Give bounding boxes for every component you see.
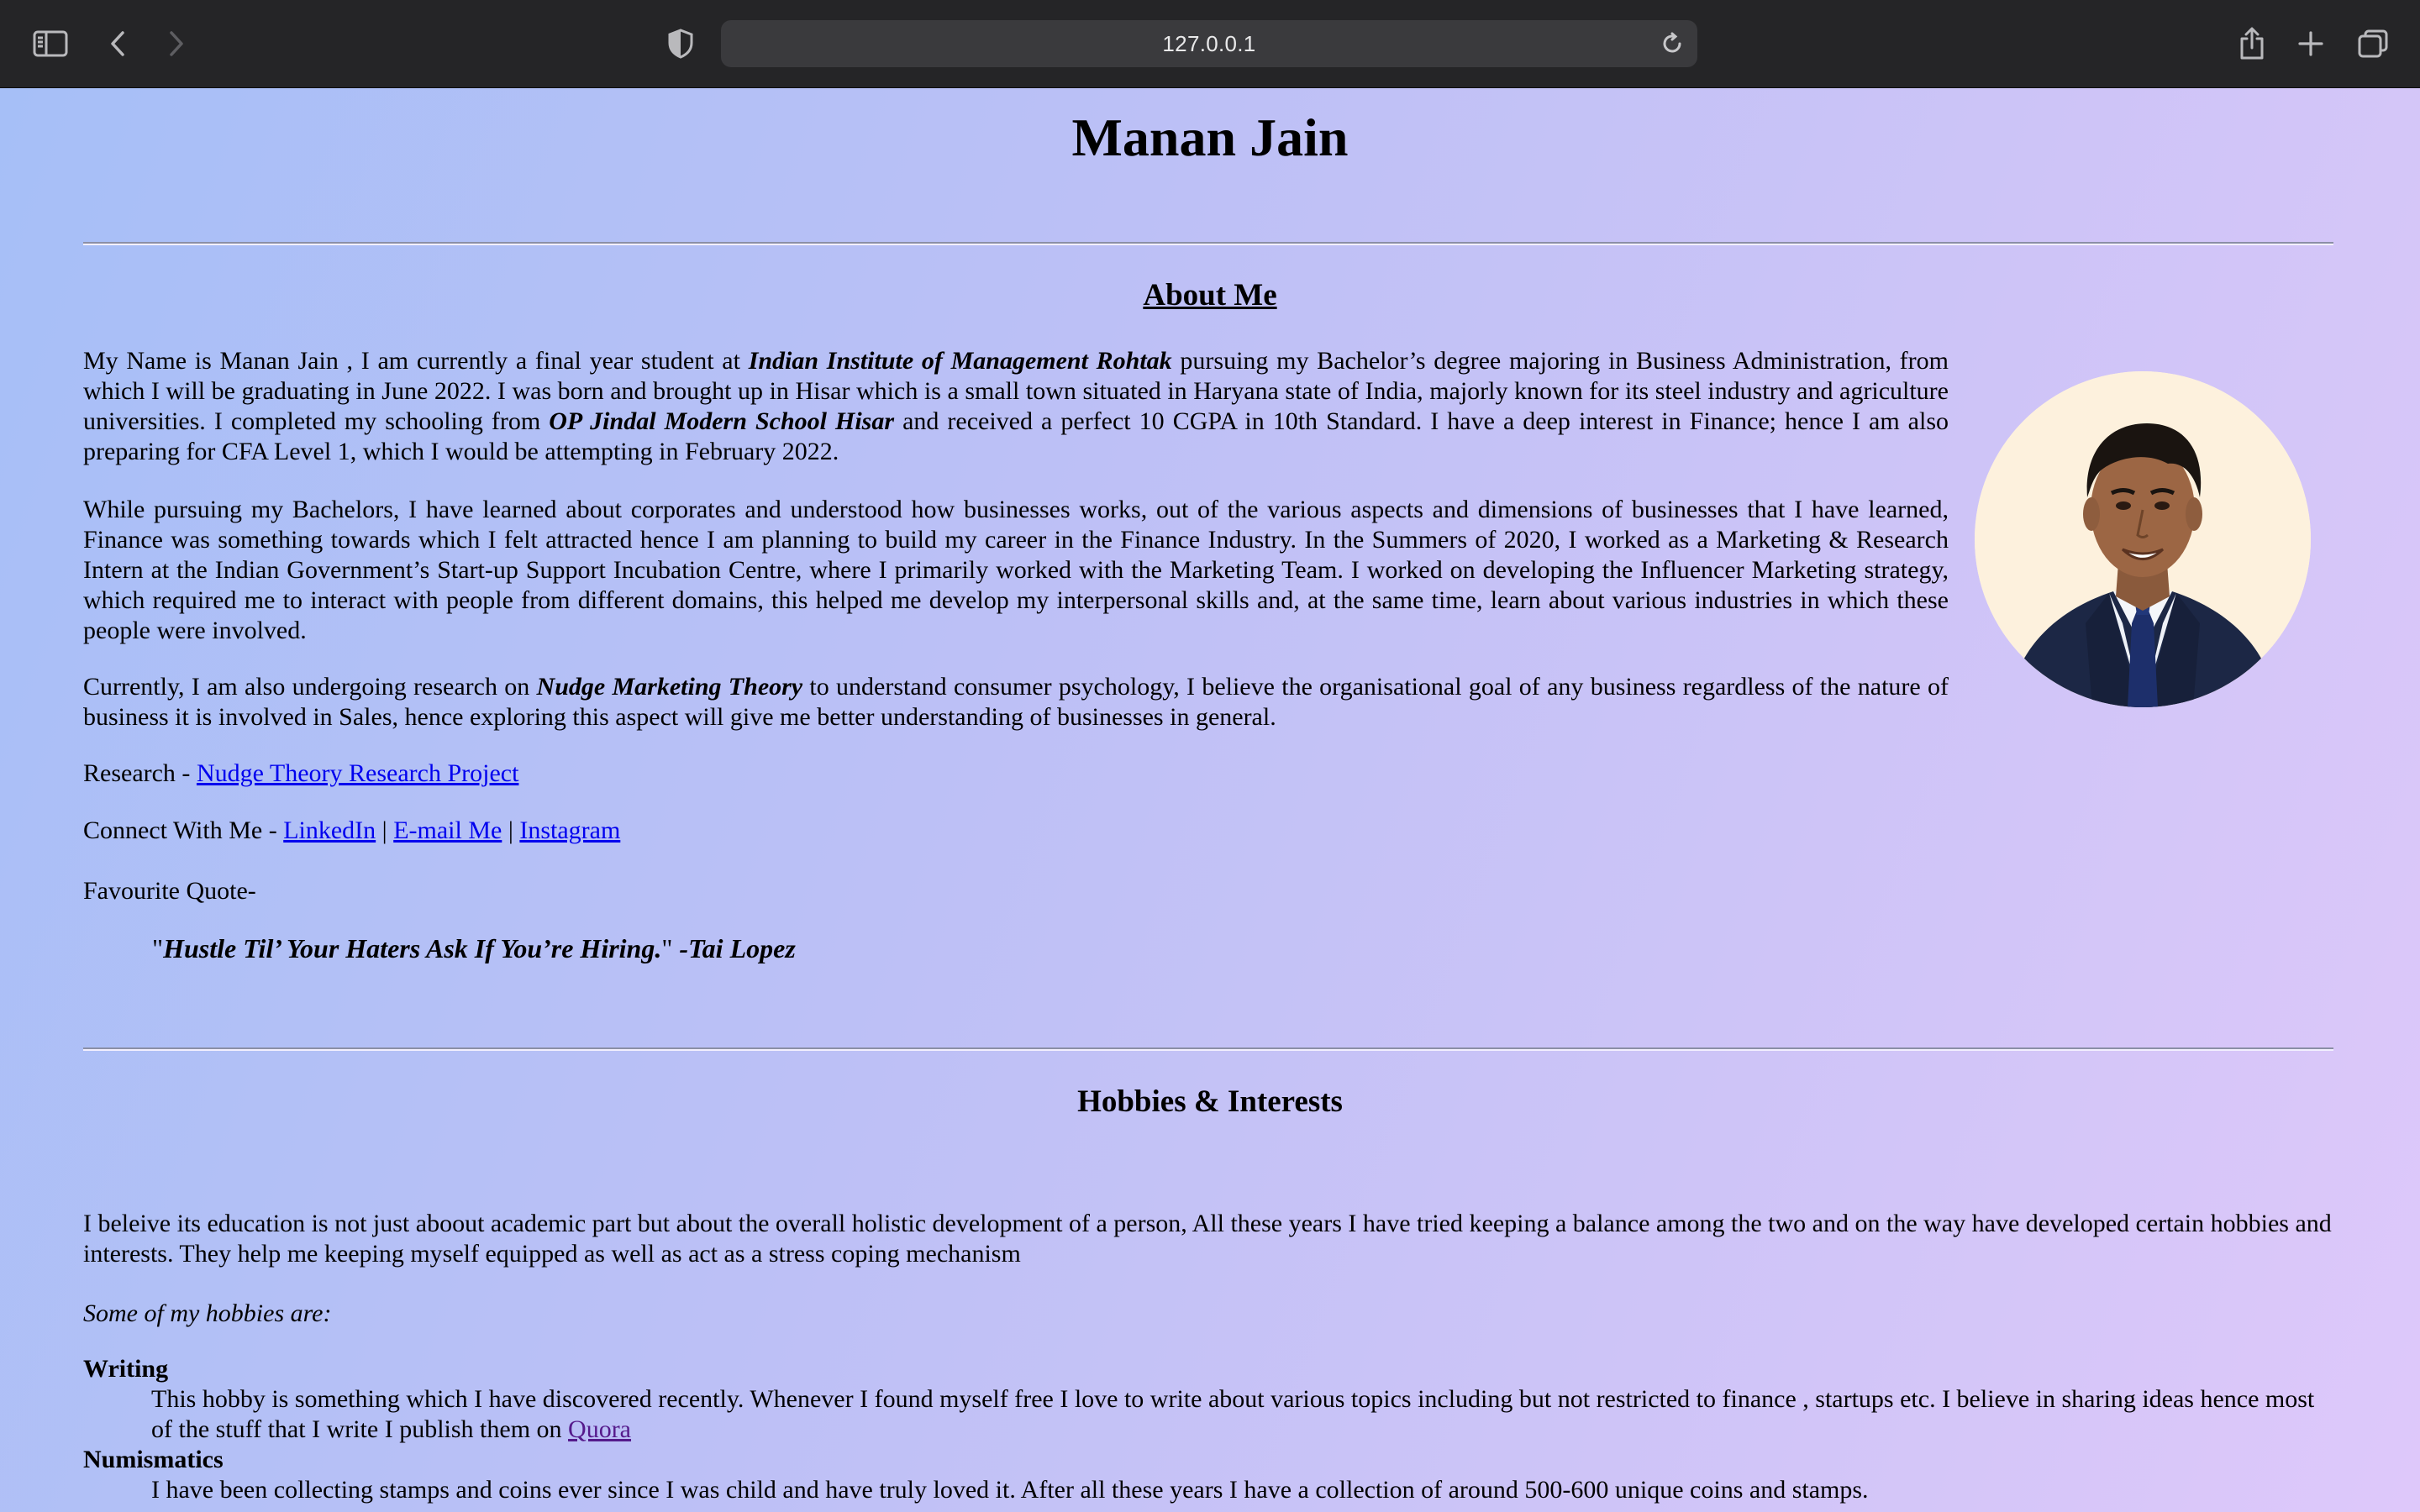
web-page-viewport[interactable]: Manan Jain About Me My Name is Manan Jai…	[0, 88, 2420, 1512]
separator: |	[502, 816, 520, 844]
school-name: OP Jindal Modern School Hisar	[549, 407, 895, 435]
quote-mark-open: "	[152, 933, 164, 963]
page-title: Manan Jain	[1071, 108, 1349, 167]
hobby-desc-writing-text: This hobby is something which I have dis…	[151, 1385, 2315, 1443]
chevron-right-icon[interactable]	[153, 20, 200, 67]
hobby-desc-numismatics: I have been collecting stamps and coins …	[151, 1476, 1869, 1504]
hobbies-intro: I beleive its education is not just aboo…	[83, 1210, 2332, 1268]
research-line: Research - Nudge Theory Research Project	[83, 759, 518, 789]
quote-text: Hustle Til’ Your Haters Ask If You’re Hi…	[163, 933, 662, 963]
about-paragraph-1: My Name is Manan Jain , I am currently a…	[83, 346, 1949, 467]
url-text: 127.0.0.1	[1162, 30, 1256, 56]
divider-middle	[83, 1047, 2333, 1051]
email-link[interactable]: E-mail Me	[393, 816, 502, 844]
hobby-title-numismatics: Numismatics	[83, 1446, 224, 1473]
quora-link[interactable]: Quora	[568, 1415, 631, 1443]
about-paragraph-3: Currently, I am also undergoing research…	[83, 672, 1949, 732]
about-paragraph-2: While pursuing my Bachelors, I have lear…	[83, 496, 1949, 644]
address-bar[interactable]: 127.0.0.1	[721, 20, 1697, 67]
about-heading-text: About Me	[1143, 278, 1277, 312]
hobbies-subheading: Some of my hobbies are:	[83, 1299, 332, 1329]
shield-icon[interactable]	[657, 20, 704, 67]
separator: |	[376, 816, 394, 844]
share-icon[interactable]	[2228, 20, 2275, 67]
plus-icon[interactable]	[2287, 20, 2334, 67]
about-heading: About Me	[0, 275, 2420, 317]
browser-toolbar: 127.0.0.1	[0, 0, 2420, 88]
divider-top	[83, 242, 2333, 245]
about-p1-text-1: My Name is Manan Jain , I am currently a…	[83, 347, 749, 375]
hobby-desc-writing: This hobby is something which I have dis…	[151, 1384, 2333, 1445]
connect-line: Connect With Me - LinkedIn | E-mail Me |…	[83, 816, 620, 846]
research-label: Research -	[83, 759, 197, 787]
hobbies-subheading-text: Some of my hobbies are:	[83, 1299, 332, 1327]
reload-icon[interactable]	[1657, 29, 1687, 59]
chevron-left-icon[interactable]	[94, 20, 141, 67]
hobby-title-writing: Writing	[83, 1355, 169, 1383]
sidebar-icon[interactable]	[27, 20, 74, 67]
research-topic: Nudge Marketing Theory	[536, 673, 803, 701]
quote-author: -Tai Lopez	[672, 933, 796, 963]
tabs-overview-icon[interactable]	[2349, 20, 2396, 67]
connect-label: Connect With Me -	[83, 816, 284, 844]
linkedin-link[interactable]: LinkedIn	[283, 816, 376, 844]
page-content: Manan Jain About Me My Name is Manan Jai…	[0, 88, 2420, 1512]
college-name: Indian Institute of Management Rohtak	[748, 347, 1172, 375]
instagram-link[interactable]: Instagram	[519, 816, 620, 844]
research-project-link[interactable]: Nudge Theory Research Project	[197, 759, 518, 787]
quote-label: Favourite Quote-	[83, 877, 256, 905]
profile-photo	[1975, 371, 2311, 707]
hobbies-heading: Hobbies & Interests	[1077, 1084, 1343, 1119]
quote-mark-close: "	[661, 933, 673, 963]
favourite-quote: "Hustle Til’ Your Haters Ask If You’re H…	[152, 932, 796, 965]
about-p3-text-1: Currently, I am also undergoing research…	[83, 673, 537, 701]
